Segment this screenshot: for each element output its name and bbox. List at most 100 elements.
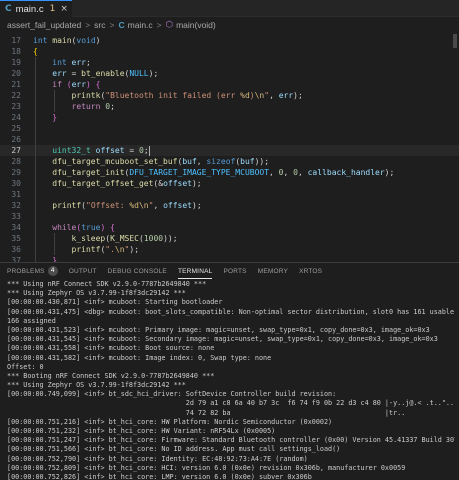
code-line[interactable]: 35 k_sleep(K_MSEC(1000)); [0, 233, 459, 244]
code-text: printk("Bluetooth init failed (err %d)\n… [33, 90, 303, 101]
terminal-line: [00:00:00.431,558] <inf> mcuboot: Boot s… [7, 344, 215, 353]
terminal-line: [00:00:00.752,790] <inf> bt_hci_core: Id… [7, 454, 308, 463]
breadcrumb-src[interactable]: src [94, 20, 105, 30]
problem-count: 1 [49, 4, 56, 14]
panel-tab-label: PORTS [223, 268, 247, 275]
code-line[interactable]: 18 { [0, 46, 459, 57]
tab-terminal[interactable]: TERMINAL [177, 263, 213, 279]
code-token: ) [95, 36, 101, 45]
code-token: err [71, 58, 86, 67]
tab-output[interactable]: OUTPUT [69, 263, 97, 279]
code-token: { [110, 223, 115, 232]
breadcrumb-symbol[interactable]: main(void) [176, 20, 216, 30]
code-token: ); [191, 179, 202, 188]
tab-memory[interactable]: MEMORY [258, 263, 288, 279]
close-icon[interactable]: × [60, 4, 68, 14]
code-token: \n [114, 245, 125, 254]
code-text: dfu_target_init(DFU_TARGET_IMAGE_TYPE_MC… [33, 167, 394, 178]
tab-label: main.c [15, 3, 44, 15]
tab-problems[interactable]: PROBLEMS 4 [7, 263, 58, 279]
terminal-line: *** Using Zephyr OS v3.7.99-1f8f3dc29142… [7, 381, 186, 390]
code-token: )); [254, 157, 270, 166]
code-line[interactable]: 28 dfu_target_mcuboot_set_buf(buf, sizeo… [0, 156, 459, 167]
chevron-right-icon: > [156, 19, 162, 30]
code-token: , [297, 168, 308, 177]
breadcrumb-folder[interactable]: assert_fail_updated [7, 20, 81, 30]
code-line[interactable]: 36 printf(".\n"); [0, 244, 459, 255]
code-editor[interactable]: 17 int main(void) 18{19 int err; 20 err = b… [0, 32, 459, 298]
tab-debug-console[interactable]: DEBUG CONSOLE [108, 263, 167, 279]
code-line[interactable]: 20 err = bt_enable(NULL); [0, 68, 459, 79]
editor-scrollbar[interactable] [453, 34, 457, 48]
code-line[interactable]: 22 printk("Bluetooth init failed (err %d… [0, 90, 459, 101]
code-token: , [283, 168, 294, 177]
chevron-right-icon: > [85, 19, 91, 30]
code-line[interactable]: 31 [0, 189, 459, 200]
line-number: 25 [11, 124, 21, 133]
line-number: 36 [11, 245, 21, 254]
code-line[interactable]: 32 printf("Offset: %d\n", offset); [0, 200, 459, 211]
code-line[interactable]: 17 int main(void) [0, 35, 459, 46]
terminal-output[interactable]: *** Using nRF Connect SDK v2.9.0-7787b26… [7, 280, 455, 480]
code-token: %d\n [129, 201, 149, 210]
terminal-line: *** Using nRF Connect SDK v2.9.0-7787b26… [7, 280, 207, 288]
code-token: ; [110, 102, 115, 111]
code-line[interactable]: 30 dfu_target_offset_get(&offset); [0, 178, 459, 189]
code-line[interactable]: 34 while(true) { [0, 222, 459, 233]
line-number: 21 [11, 80, 21, 89]
code-token: ); [384, 168, 395, 177]
terminal-line: [00:00:00.431,545] <inf> mcuboot: Second… [7, 335, 438, 344]
panel-tab-label: PROBLEMS [7, 268, 45, 275]
code-token: offset [163, 201, 192, 210]
code-token: while [52, 223, 77, 232]
line-number: 35 [11, 234, 21, 243]
code-token: sizeof [206, 157, 236, 166]
code-line[interactable]: 23 return 0; [0, 101, 459, 112]
code-token: true [81, 223, 101, 232]
line-number: 26 [11, 135, 21, 144]
editor-tab-bar: C main.c 1 × [0, 0, 459, 17]
code-token: err [52, 69, 67, 78]
code-line[interactable]: 26 [0, 134, 459, 145]
terminal-line: *** Using Zephyr OS v3.7.99-1f8f3dc29142… [7, 289, 186, 298]
line-number: 33 [11, 212, 21, 221]
code-token: printf [52, 201, 82, 210]
code-token: offset [163, 179, 192, 188]
code-text: int err; [33, 57, 91, 68]
code-line[interactable]: 25 [0, 123, 459, 134]
panel-tab-label: DEBUG CONSOLE [107, 268, 167, 275]
code-token: \n [254, 91, 265, 100]
code-text: int main(void) [33, 35, 100, 46]
code-line[interactable]: 33 [0, 211, 459, 222]
code-text: if (err) { [33, 79, 100, 90]
code-token: K_MSEC [110, 234, 139, 243]
code-token: printf [71, 245, 101, 254]
line-number: 30 [11, 179, 21, 188]
terminal-line: [00:00:00.749,099] <inf> bt_sdc_hci_driv… [7, 390, 337, 399]
code-token: if [52, 80, 62, 89]
terminal-line: [00:00:00.751,232] <inf> bt_hci_core: HW… [7, 427, 276, 435]
code-line[interactable]: 24 } [0, 112, 459, 123]
tab-ports[interactable]: PORTS [223, 263, 246, 279]
text-cursor [148, 145, 150, 156]
tab-main-c[interactable]: C main.c 1 × [0, 0, 72, 17]
code-token: ); [192, 201, 202, 210]
chevron-right-icon: > [109, 19, 115, 30]
code-text: printf("Offset: %d\n", offset); [33, 200, 202, 211]
line-number: 34 [11, 223, 21, 232]
breadcrumb-file[interactable]: main.c [128, 20, 153, 30]
code-token: return [71, 102, 101, 111]
code-text: return 0; [33, 101, 115, 112]
code-line[interactable]: 21 if (err) { [0, 79, 459, 90]
code-line[interactable]: 27 uint32_t offset = 0; [0, 145, 459, 156]
code-token: "Bluetooth init failed (err [105, 91, 241, 100]
tab-xrtos[interactable]: XRTOS [299, 263, 322, 279]
line-number: 22 [11, 91, 21, 100]
code-line[interactable]: 29 dfu_target_init(DFU_TARGET_IMAGE_TYPE… [0, 167, 459, 178]
code-token: ". [105, 245, 115, 254]
terminal-line: [00:00:00.751,216] <inf> bt_hci_core: HW… [7, 417, 333, 426]
code-line[interactable]: 19 int err; [0, 57, 459, 68]
line-number: 32 [11, 201, 21, 210]
